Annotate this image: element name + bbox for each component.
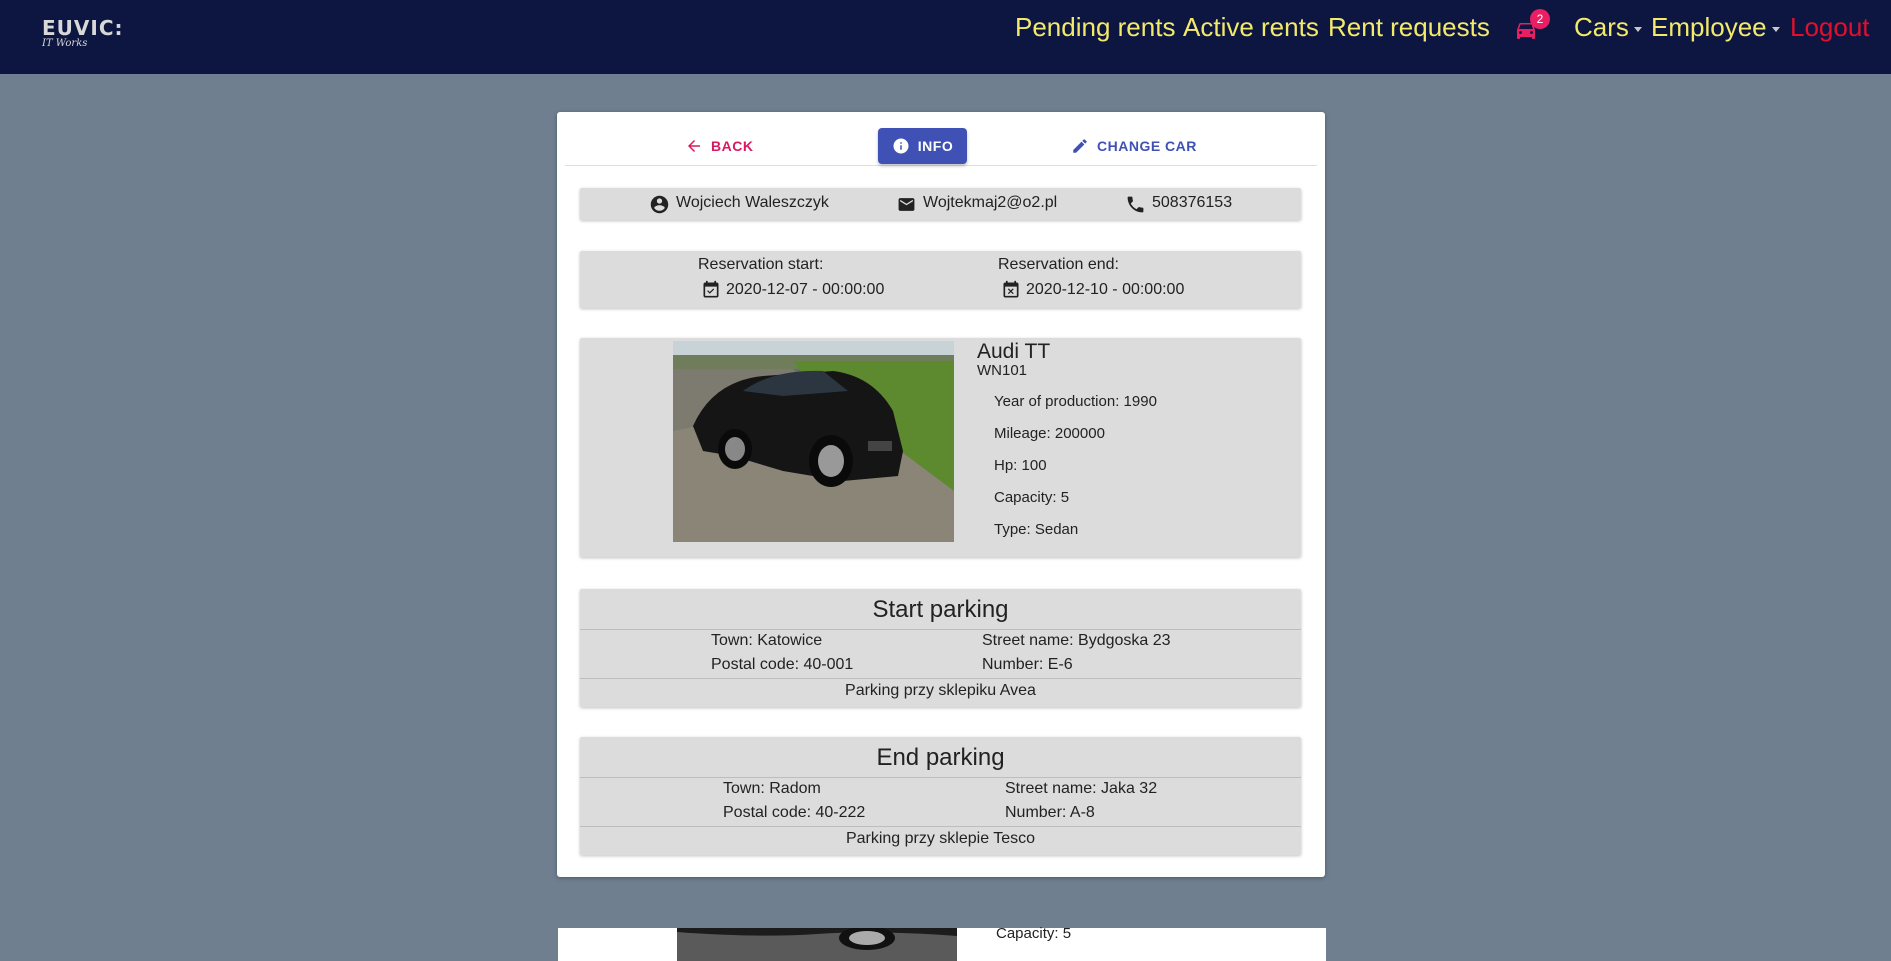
end-parking-town: Town: Radom bbox=[723, 780, 821, 797]
client-contact-panel: Wojciech Waleszczyk Wojtekmaj2@o2.pl 508… bbox=[580, 188, 1301, 220]
change-car-button-label: CHANGE CAR bbox=[1097, 138, 1197, 154]
divider bbox=[580, 826, 1301, 827]
nav-rent-requests[interactable]: Rent requests bbox=[1328, 12, 1490, 43]
nav-cars-label: Cars bbox=[1574, 12, 1629, 42]
arrow-left-icon bbox=[688, 140, 700, 152]
car-plate: WN101 bbox=[977, 362, 1028, 379]
info-button[interactable]: INFO bbox=[878, 128, 967, 164]
car-capacity: Capacity: 5 bbox=[994, 489, 1070, 506]
end-parking-panel: End parking Town: Radom Postal code: 40-… bbox=[580, 737, 1301, 855]
car-photo bbox=[677, 928, 957, 961]
end-parking-postal: Postal code: 40-222 bbox=[723, 804, 866, 821]
chevron-down-icon bbox=[1633, 26, 1642, 32]
top-navbar: EUVIC: IT Works Pending rents Active ren… bbox=[0, 0, 1891, 74]
email-icon bbox=[898, 198, 915, 211]
end-parking-title: End parking bbox=[876, 744, 1005, 771]
end-parking-description: Parking przy sklepie Tesco bbox=[845, 830, 1036, 847]
car-details-panel: Audi TT WN101 Year of production: 1990 M… bbox=[580, 338, 1301, 557]
car-hp: Hp: 100 bbox=[994, 457, 1047, 474]
divider bbox=[580, 678, 1301, 679]
back-button-label: BACK bbox=[711, 138, 754, 154]
reservation-start-value: 2020-12-07 - 00:00:00 bbox=[726, 281, 885, 298]
start-parking-number: Number: E-6 bbox=[982, 656, 1073, 673]
calendar-remove-icon bbox=[1003, 280, 1019, 298]
car-mileage: Mileage: 200000 bbox=[994, 425, 1105, 442]
change-car-button[interactable]: CHANGE CAR bbox=[1071, 128, 1197, 164]
nav-employee-dropdown[interactable]: Employee bbox=[1651, 12, 1780, 43]
start-parking-panel: Start parking Town: Katowice Postal code… bbox=[580, 589, 1301, 707]
divider bbox=[580, 777, 1301, 778]
info-button-label: INFO bbox=[917, 138, 954, 154]
reservation-start-label: Reservation start: bbox=[698, 256, 824, 273]
phone-icon bbox=[1127, 196, 1144, 213]
nav-logout[interactable]: Logout bbox=[1790, 12, 1870, 43]
client-name: Wojciech Waleszczyk bbox=[676, 194, 829, 211]
reservation-end-label: Reservation end: bbox=[998, 256, 1119, 273]
divider bbox=[580, 629, 1301, 630]
nav-employee-label: Employee bbox=[1651, 12, 1767, 42]
end-parking-street: Street name: Jaka 32 bbox=[1005, 780, 1158, 797]
chevron-down-icon bbox=[1771, 26, 1780, 32]
card-action-bar: BACK INFO CHANGE CAR bbox=[565, 118, 1317, 166]
logo-main-text: EUVIC: bbox=[42, 16, 124, 40]
back-button[interactable]: BACK bbox=[685, 128, 753, 164]
start-parking-postal: Postal code: 40-001 bbox=[711, 656, 854, 673]
car-model: Audi TT bbox=[977, 340, 1051, 363]
info-icon bbox=[893, 138, 909, 154]
rent-details-card: BACK INFO CHANGE CAR Wojciech Waleszczyk… bbox=[557, 112, 1325, 877]
reservation-dates-panel: Reservation start: 2020-12-07 - 00:00:00… bbox=[580, 251, 1301, 308]
account-circle-icon bbox=[650, 195, 669, 214]
nav-pending-rents[interactable]: Pending rents bbox=[1015, 12, 1175, 43]
car-type: Type: Sedan bbox=[994, 521, 1079, 538]
reservation-end-value: 2020-12-10 - 00:00:00 bbox=[1026, 281, 1185, 298]
client-phone: 508376153 bbox=[1152, 194, 1233, 211]
next-rent-card: Capacity: 5 bbox=[558, 925, 1326, 961]
nav-active-rents[interactable]: Active rents bbox=[1183, 12, 1319, 43]
client-email: Wojtekmaj2@o2.pl bbox=[923, 194, 1058, 211]
calendar-check-icon bbox=[703, 280, 719, 298]
start-parking-title: Start parking bbox=[872, 596, 1009, 623]
start-parking-town: Town: Katowice bbox=[711, 632, 823, 649]
notification-badge: 2 bbox=[1530, 9, 1550, 29]
pencil-icon bbox=[1073, 139, 1087, 153]
nav-cars-dropdown[interactable]: Cars bbox=[1574, 12, 1642, 43]
company-logo[interactable]: EUVIC: IT Works bbox=[42, 16, 124, 49]
car-year: Year of production: 1990 bbox=[994, 393, 1157, 410]
start-parking-street: Street name: Bydgoska 23 bbox=[982, 632, 1171, 649]
end-parking-number: Number: A-8 bbox=[1005, 804, 1095, 821]
start-parking-description: Parking przy sklepiku Avea bbox=[845, 682, 1036, 699]
next-car-capacity: Capacity: 5 bbox=[996, 925, 1072, 942]
car-photo bbox=[673, 341, 954, 542]
